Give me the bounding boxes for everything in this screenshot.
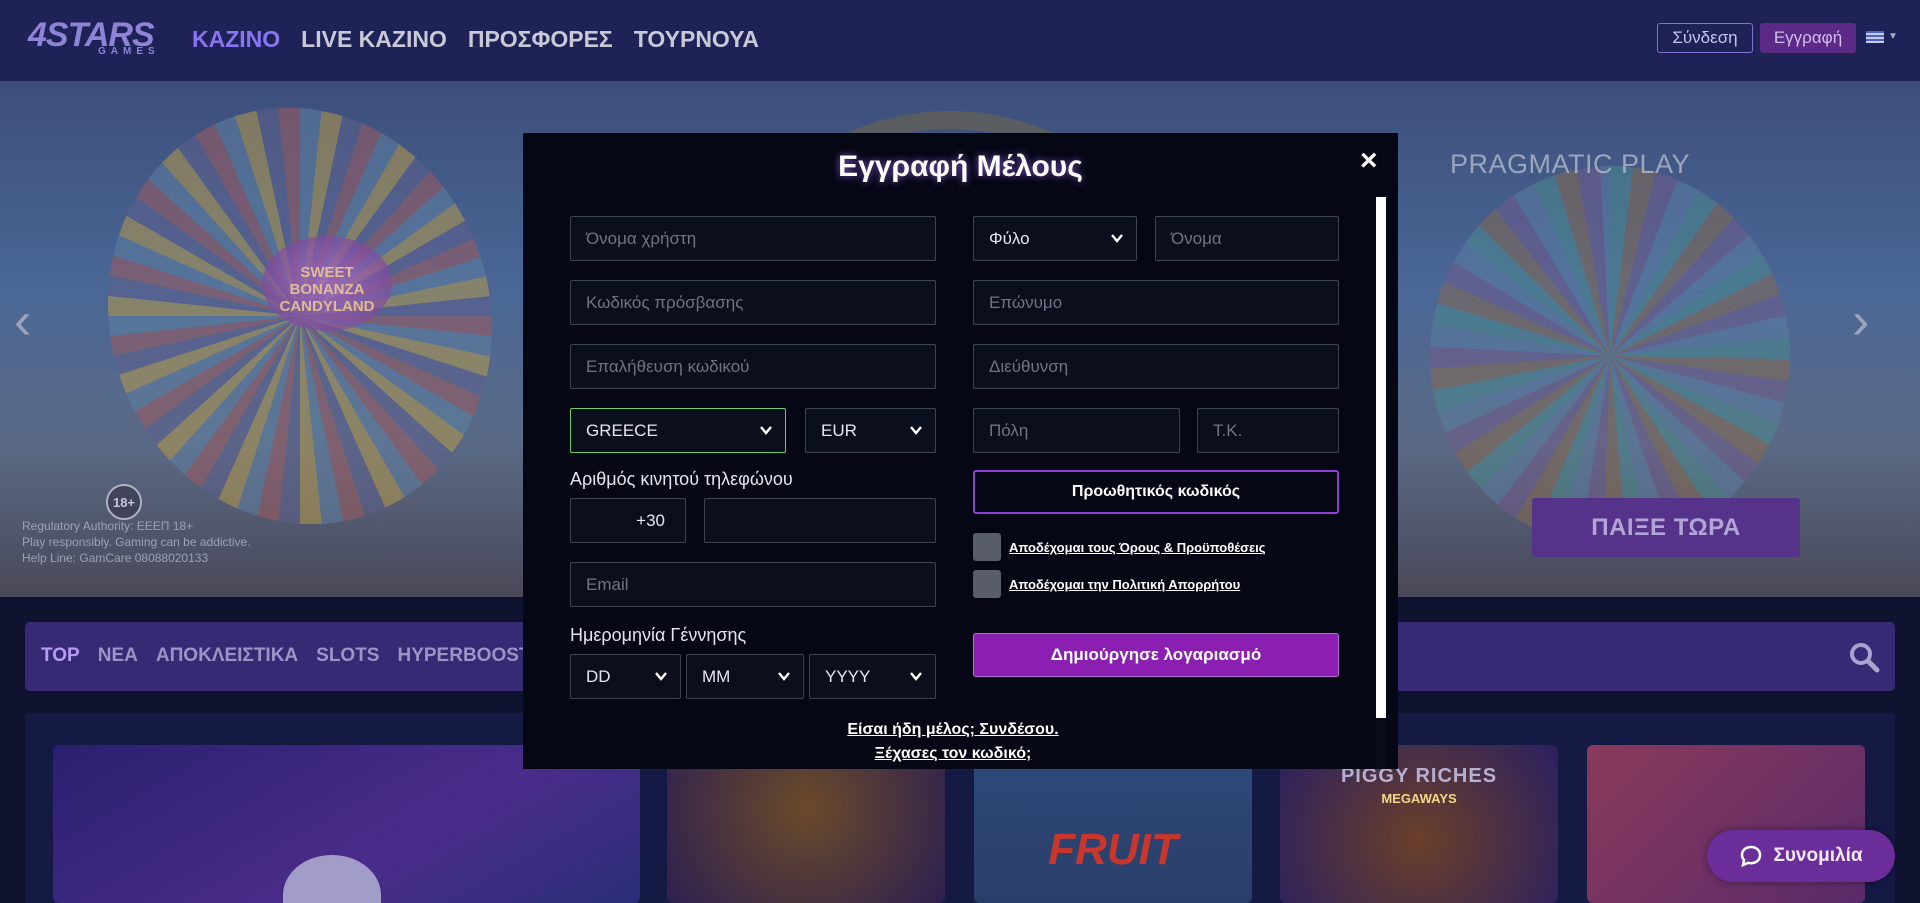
hero-disclaimer: Regulatory Authority: ΕΕΕΠ 18+ Play resp… <box>22 518 302 566</box>
currency-select[interactable]: EUR <box>805 408 936 453</box>
dob-year-select[interactable]: YYYY <box>809 654 936 699</box>
category-exclusive[interactable]: ΑΠΟΚΛΕΙΣΤΙΚΑ <box>156 645 298 667</box>
privacy-checkbox[interactable] <box>973 570 1001 598</box>
dob-day-value: DD <box>586 666 611 686</box>
disclaimer-line: Regulatory Authority: ΕΕΕΠ 18+ <box>22 519 194 533</box>
postcode-field[interactable]: Τ.Κ. <box>1197 408 1339 453</box>
category-top[interactable]: TOP <box>41 645 80 667</box>
modal-title: Εγγραφή Μέλους <box>838 150 1083 183</box>
country-select[interactable]: GREECE <box>570 408 786 453</box>
category-slots[interactable]: SLOTS <box>316 645 379 667</box>
carousel-next-icon[interactable]: › <box>1852 291 1869 351</box>
carousel-prev-icon[interactable]: ‹ <box>14 291 31 351</box>
terms-checkbox[interactable] <box>973 533 1001 561</box>
nav-item-tournaments[interactable]: ΤΟΥΡΝΟΥΑ <box>634 26 759 53</box>
gender-select[interactable]: Φύλο <box>973 216 1137 261</box>
age-badge: 18+ <box>106 484 142 520</box>
chevron-down-icon <box>910 672 922 681</box>
category-hyperboost[interactable]: HYPERBOOST <box>397 645 530 667</box>
game-title: FRUIT <box>1048 825 1178 874</box>
chevron-down-icon <box>910 426 922 435</box>
logo-sub-text: GAMES <box>98 46 160 57</box>
register-button[interactable]: Εγγραφή <box>1760 23 1856 53</box>
nav-item-promotions[interactable]: ΠΡΟΣΦΟΡΕΣ <box>468 26 613 53</box>
dob-label: Ημερομηνία Γέννησης <box>570 625 747 645</box>
chat-button[interactable]: Συνομιλία <box>1707 830 1895 882</box>
city-field[interactable]: Πόλη <box>973 408 1180 453</box>
dob-year-value: YYYY <box>825 666 871 686</box>
username-field[interactable]: Όνομα χρήστη <box>570 216 936 261</box>
greek-flag-icon[interactable] <box>1866 31 1884 43</box>
password-confirm-field[interactable]: Επαλήθευση κωδικού <box>570 344 936 389</box>
category-list: TOP ΝΕΑ ΑΠΟΚΛΕΙΣΤΙΚΑ SLOTS HYPERBOOST <box>41 645 531 667</box>
site-logo[interactable]: 4STARS GAMES <box>28 16 170 60</box>
password-field[interactable]: Κωδικός πρόσβασης <box>570 280 936 325</box>
gender-value: Φύλο <box>989 228 1030 248</box>
chevron-down-icon <box>760 426 772 435</box>
last-name-field[interactable]: Επώνυμο <box>973 280 1339 325</box>
dob-month-select[interactable]: MM <box>686 654 804 699</box>
astronaut-image <box>283 855 381 903</box>
disclaimer-line: Play responsibly. Gaming can be addictiv… <box>22 535 251 549</box>
phone-label: Αριθμός κινητού τηλεφώνου <box>570 469 793 489</box>
game-subtitle: MEGAWAYS <box>1381 791 1457 806</box>
chevron-down-icon <box>778 672 790 681</box>
category-new[interactable]: ΝΕΑ <box>98 645 138 667</box>
country-value: GREECE <box>586 420 658 440</box>
terms-label[interactable]: Αποδέχομαι τους Όρους & Προϋποθέσεις <box>1009 540 1266 555</box>
main-nav: ΚΑΖΙΝΟ LIVE ΚΑΖΙΝΟ ΠΡΟΣΦΟΡΕΣ ΤΟΥΡΝΟΥΑ <box>192 26 759 53</box>
modal-scrollbar-thumb[interactable] <box>1376 197 1386 718</box>
phone-number-field[interactable] <box>704 498 936 543</box>
privacy-label[interactable]: Αποδέχομαι την Πολιτική Απορρήτου <box>1009 577 1240 592</box>
email-field[interactable]: Email <box>570 562 936 607</box>
login-link[interactable]: Είσαι ήδη μέλος; Συνδέσου. <box>523 721 1383 739</box>
language-caret-icon[interactable]: ▼ <box>1888 31 1898 42</box>
create-account-button[interactable]: Δημιούργησε λογαριασμό <box>973 633 1339 677</box>
login-button[interactable]: Σύνδεση <box>1657 23 1753 53</box>
first-name-field[interactable]: Όνομα <box>1155 216 1339 261</box>
address-field[interactable]: Διεύθυνση <box>973 344 1339 389</box>
top-bar: 4STARS GAMES ΚΑΖΙΝΟ LIVE ΚΑΖΙΝΟ ΠΡΟΣΦΟΡΕ… <box>0 0 1920 81</box>
search-icon[interactable] <box>1848 641 1880 673</box>
money-wheel-right-image <box>1430 166 1790 546</box>
sweet-bonanza-logo-text: SWEET BONANZA CANDYLAND <box>279 264 375 315</box>
terms-checkbox-row[interactable]: Αποδέχομαι τους Όρους & Προϋποθέσεις <box>973 533 1266 561</box>
chevron-down-icon <box>655 672 667 681</box>
promo-code-button[interactable]: Προωθητικός κωδικός <box>973 470 1339 514</box>
currency-value: EUR <box>821 420 857 440</box>
nav-item-live-casino[interactable]: LIVE ΚΑΖΙΝΟ <box>301 26 447 53</box>
pragmatic-play-logo: PRAGMATIC PLAY <box>1450 149 1691 179</box>
chevron-down-icon <box>1111 234 1123 243</box>
nav-item-casino[interactable]: ΚΑΖΙΝΟ <box>192 26 280 53</box>
dob-month-value: MM <box>702 666 731 686</box>
registration-modal: Εγγραφή Μέλους × Όνομα χρήστη Κωδικός πρ… <box>523 133 1398 769</box>
chat-label: Συνομιλία <box>1773 845 1863 866</box>
close-icon[interactable]: × <box>1360 146 1378 176</box>
privacy-checkbox-row[interactable]: Αποδέχομαι την Πολιτική Απορρήτου <box>973 570 1240 598</box>
chat-bubble-icon <box>1741 845 1762 868</box>
play-now-button[interactable]: ΠΑΙΞΕ ΤΩΡΑ <box>1532 498 1800 557</box>
disclaimer-line: Help Line: GamCare 08088020133 <box>22 551 209 565</box>
forgot-password-link[interactable]: Ξέχασες τον κωδικό; <box>523 745 1383 763</box>
dob-day-select[interactable]: DD <box>570 654 681 699</box>
phone-code-field[interactable]: +30 <box>570 498 686 543</box>
